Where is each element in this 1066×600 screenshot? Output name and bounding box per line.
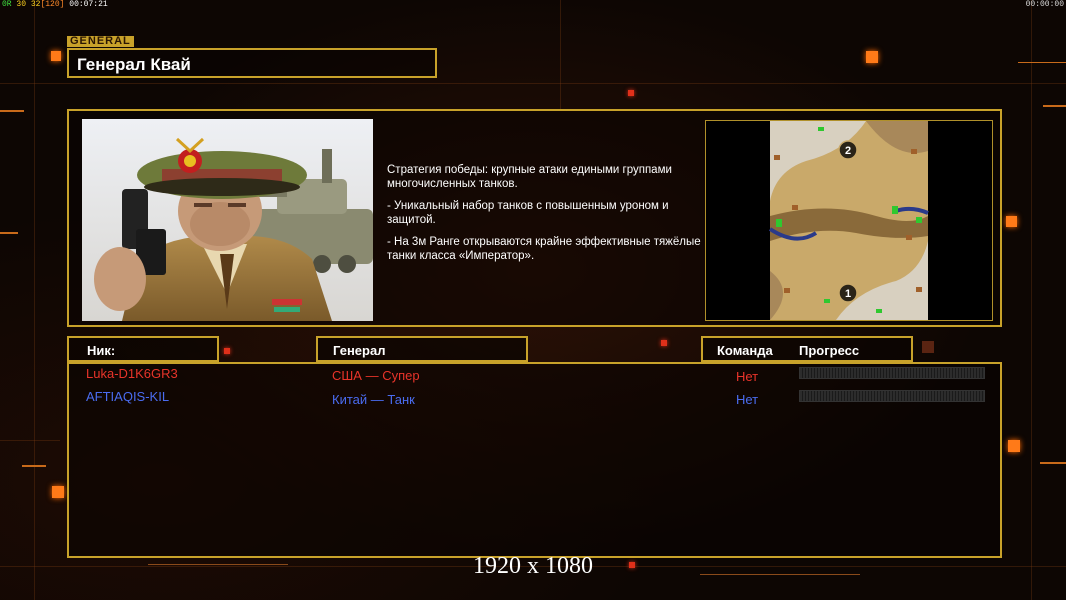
deco-square <box>224 348 230 354</box>
section-tag: GENERAL <box>67 36 134 47</box>
counter: 30 <box>16 0 27 9</box>
grid-line <box>0 83 1066 84</box>
deco-square <box>866 51 878 63</box>
general-description: Стратегия победы: крупные атаки едиными … <box>387 163 707 271</box>
grid-line <box>1031 0 1032 600</box>
column-header-label: Ник: <box>87 343 116 358</box>
player-nick: Luka-D1K6GR3 <box>86 366 178 381</box>
map-marker-2: 2 <box>845 145 851 157</box>
grid-line <box>0 440 60 441</box>
deco-dash <box>22 465 46 467</box>
deco-dash <box>1040 462 1066 464</box>
deco-square <box>1008 440 1020 452</box>
general-title-box: Генерал Квай <box>67 48 437 78</box>
counter: 32 <box>30 0 41 9</box>
player-team[interactable]: Нет <box>736 392 758 407</box>
column-header-nick: Ник: <box>67 336 219 362</box>
resolution-label: 1920 x 1080 <box>473 553 593 579</box>
deco-square <box>51 51 61 61</box>
player-general[interactable]: США — Супер <box>332 368 420 383</box>
general-name: Генерал Квай <box>77 55 191 74</box>
column-header-label: Генерал <box>333 343 386 358</box>
deco-square <box>1006 216 1017 227</box>
deco-square <box>628 90 634 96</box>
minimap: 2 1 <box>705 120 993 321</box>
status-bar: 0R 30 32[120] 00:07:21 00:00:00 <box>0 0 1066 9</box>
deco-dash <box>1043 105 1066 107</box>
deco-dash <box>0 110 24 112</box>
player-general[interactable]: Китай — Танк <box>332 392 415 407</box>
deco-dash <box>1018 62 1066 63</box>
clock: 00:00:00 <box>1025 0 1064 9</box>
status-bar-left: 0R 30 32[120] 00:07:21 <box>2 0 108 9</box>
description-line: Стратегия победы: крупные атаки едиными … <box>387 164 672 190</box>
column-header-general: Генерал <box>316 336 528 362</box>
deco-square <box>922 341 934 353</box>
counter: [120] <box>40 0 65 9</box>
game-timer: 00:07:21 <box>69 0 108 9</box>
player-nick: AFTIAQIS-KIL <box>86 389 170 404</box>
deco-square <box>52 486 64 498</box>
player-team[interactable]: Нет <box>736 369 758 384</box>
map-marker-1: 1 <box>845 288 851 300</box>
column-header-label: Команда <box>717 343 773 358</box>
player-progress-bar <box>799 367 985 379</box>
general-info-panel: Стратегия победы: крупные атаки едиными … <box>67 109 1002 327</box>
grid-line <box>34 0 35 600</box>
grid-line <box>560 0 561 110</box>
column-header-label: Прогресс <box>799 343 860 358</box>
counter: 0R <box>2 0 12 9</box>
player-progress-bar <box>799 390 985 402</box>
column-header-team-progress: Команда Прогресс <box>701 336 913 362</box>
description-line: - На 3м Ранге открываются крайне эффекти… <box>387 236 701 262</box>
general-portrait <box>82 119 373 321</box>
deco-square <box>661 340 667 346</box>
deco-dash <box>0 232 18 234</box>
description-line: - Уникальный набор танков с повышенным у… <box>387 200 669 226</box>
